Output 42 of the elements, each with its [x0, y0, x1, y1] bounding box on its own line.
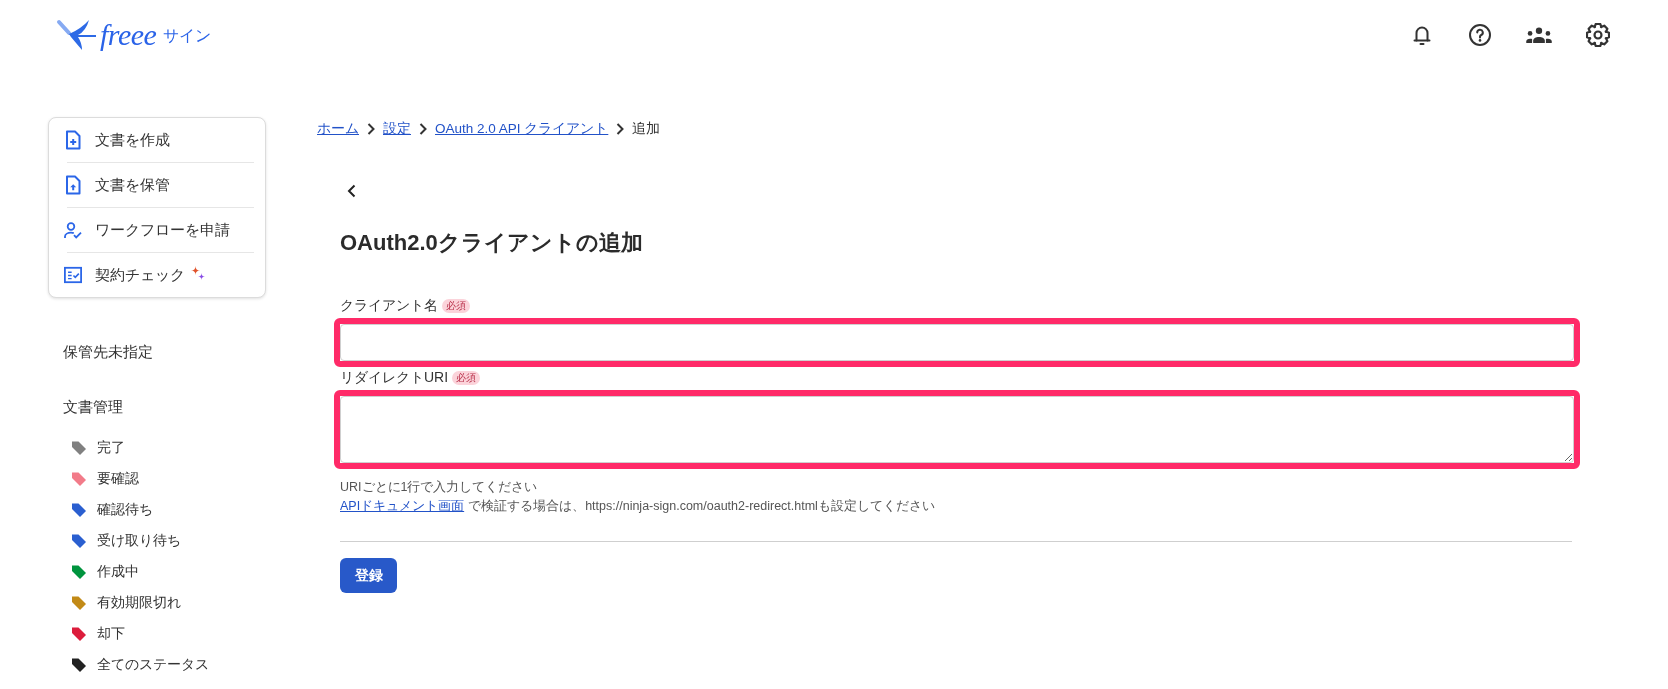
- textarea-field[interactable]: [340, 396, 1574, 463]
- status-filter-item[interactable]: 作成中: [48, 556, 266, 587]
- person-check-icon: [64, 221, 82, 239]
- logo-wordmark: freee: [100, 19, 157, 50]
- register-button[interactable]: 登録: [340, 558, 397, 593]
- field-label: リダイレクトURI: [340, 369, 449, 387]
- status-filter-item[interactable]: 却下: [48, 618, 266, 649]
- status-filter-item[interactable]: 確認待ち: [48, 494, 266, 525]
- breadcrumb-link[interactable]: OAuth 2.0 API クライアント: [435, 119, 609, 139]
- status-filter-item[interactable]: 受け取り待ち: [48, 525, 266, 556]
- sidebar-menu-item[interactable]: 文書を保管: [49, 163, 265, 207]
- checklist-icon: [64, 266, 82, 284]
- required-badge: 必須: [442, 299, 470, 313]
- help-text: URIごとに1行で入力してください: [340, 480, 538, 494]
- unassigned-folder-link[interactable]: 保管先未指定: [48, 341, 266, 363]
- api-docs-link[interactable]: APIドキュメント画面: [340, 499, 465, 513]
- sidebar-menu-item[interactable]: 契約チェック: [49, 253, 265, 297]
- breadcrumb-link[interactable]: ホーム: [317, 119, 359, 139]
- breadcrumb-link[interactable]: 設定: [383, 119, 411, 139]
- settings-gear-icon[interactable]: [1586, 23, 1610, 47]
- status-filter-item[interactable]: 全てのステータス: [48, 649, 266, 680]
- status-filter-item[interactable]: 要確認: [48, 463, 266, 494]
- help-text: で検証する場合は、https://ninja-sign.com/oauth2-redirect.htmlも設定してください: [468, 499, 935, 513]
- people-group-icon[interactable]: [1526, 26, 1552, 44]
- required-badge: 必須: [452, 371, 481, 385]
- section-heading: 文書管理: [62, 397, 124, 417]
- chevron-right-icon: [419, 123, 427, 135]
- breadcrumb-current: 追加: [632, 120, 661, 138]
- help-icon[interactable]: [1468, 23, 1492, 47]
- status-filter-item[interactable]: 完了: [48, 432, 266, 463]
- document-plus-icon: [64, 130, 82, 150]
- page-title: OAuth2.0クライアントの追加: [340, 229, 644, 257]
- field-label: クライアント名: [340, 297, 438, 315]
- chevron-right-icon: [367, 123, 375, 135]
- logo-product-name: サイン: [163, 25, 212, 46]
- document-upload-icon: [64, 175, 82, 195]
- sidebar-menu-item[interactable]: ワークフローを申請: [49, 208, 265, 252]
- chevron-left-icon[interactable]: [347, 184, 356, 198]
- text-input-field[interactable]: [340, 324, 1574, 361]
- chevron-right-icon: [616, 123, 625, 135]
- status-filter-item[interactable]: 有効期限切れ: [48, 587, 266, 618]
- sidebar-menu-item[interactable]: 文書を作成: [49, 118, 265, 162]
